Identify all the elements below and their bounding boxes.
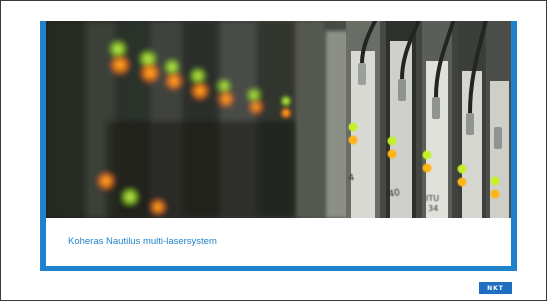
frame-bottom-bar <box>40 266 517 271</box>
nkt-logo: NKT <box>479 282 512 294</box>
document-page: 4 40 ITU 34 Koheras Nautilus multi-laser… <box>0 0 547 301</box>
svg-text:ITU: ITU <box>426 194 439 203</box>
laser-system-photo: 4 40 ITU 34 <box>46 21 511 218</box>
svg-text:34: 34 <box>428 204 438 213</box>
logo-text: NKT <box>487 284 504 292</box>
caption: Koheras Nautilus multi-lasersystem <box>68 236 217 247</box>
svg-text:40: 40 <box>388 188 401 200</box>
frame-left-bar <box>40 21 46 270</box>
frame-right-bar <box>511 21 517 270</box>
